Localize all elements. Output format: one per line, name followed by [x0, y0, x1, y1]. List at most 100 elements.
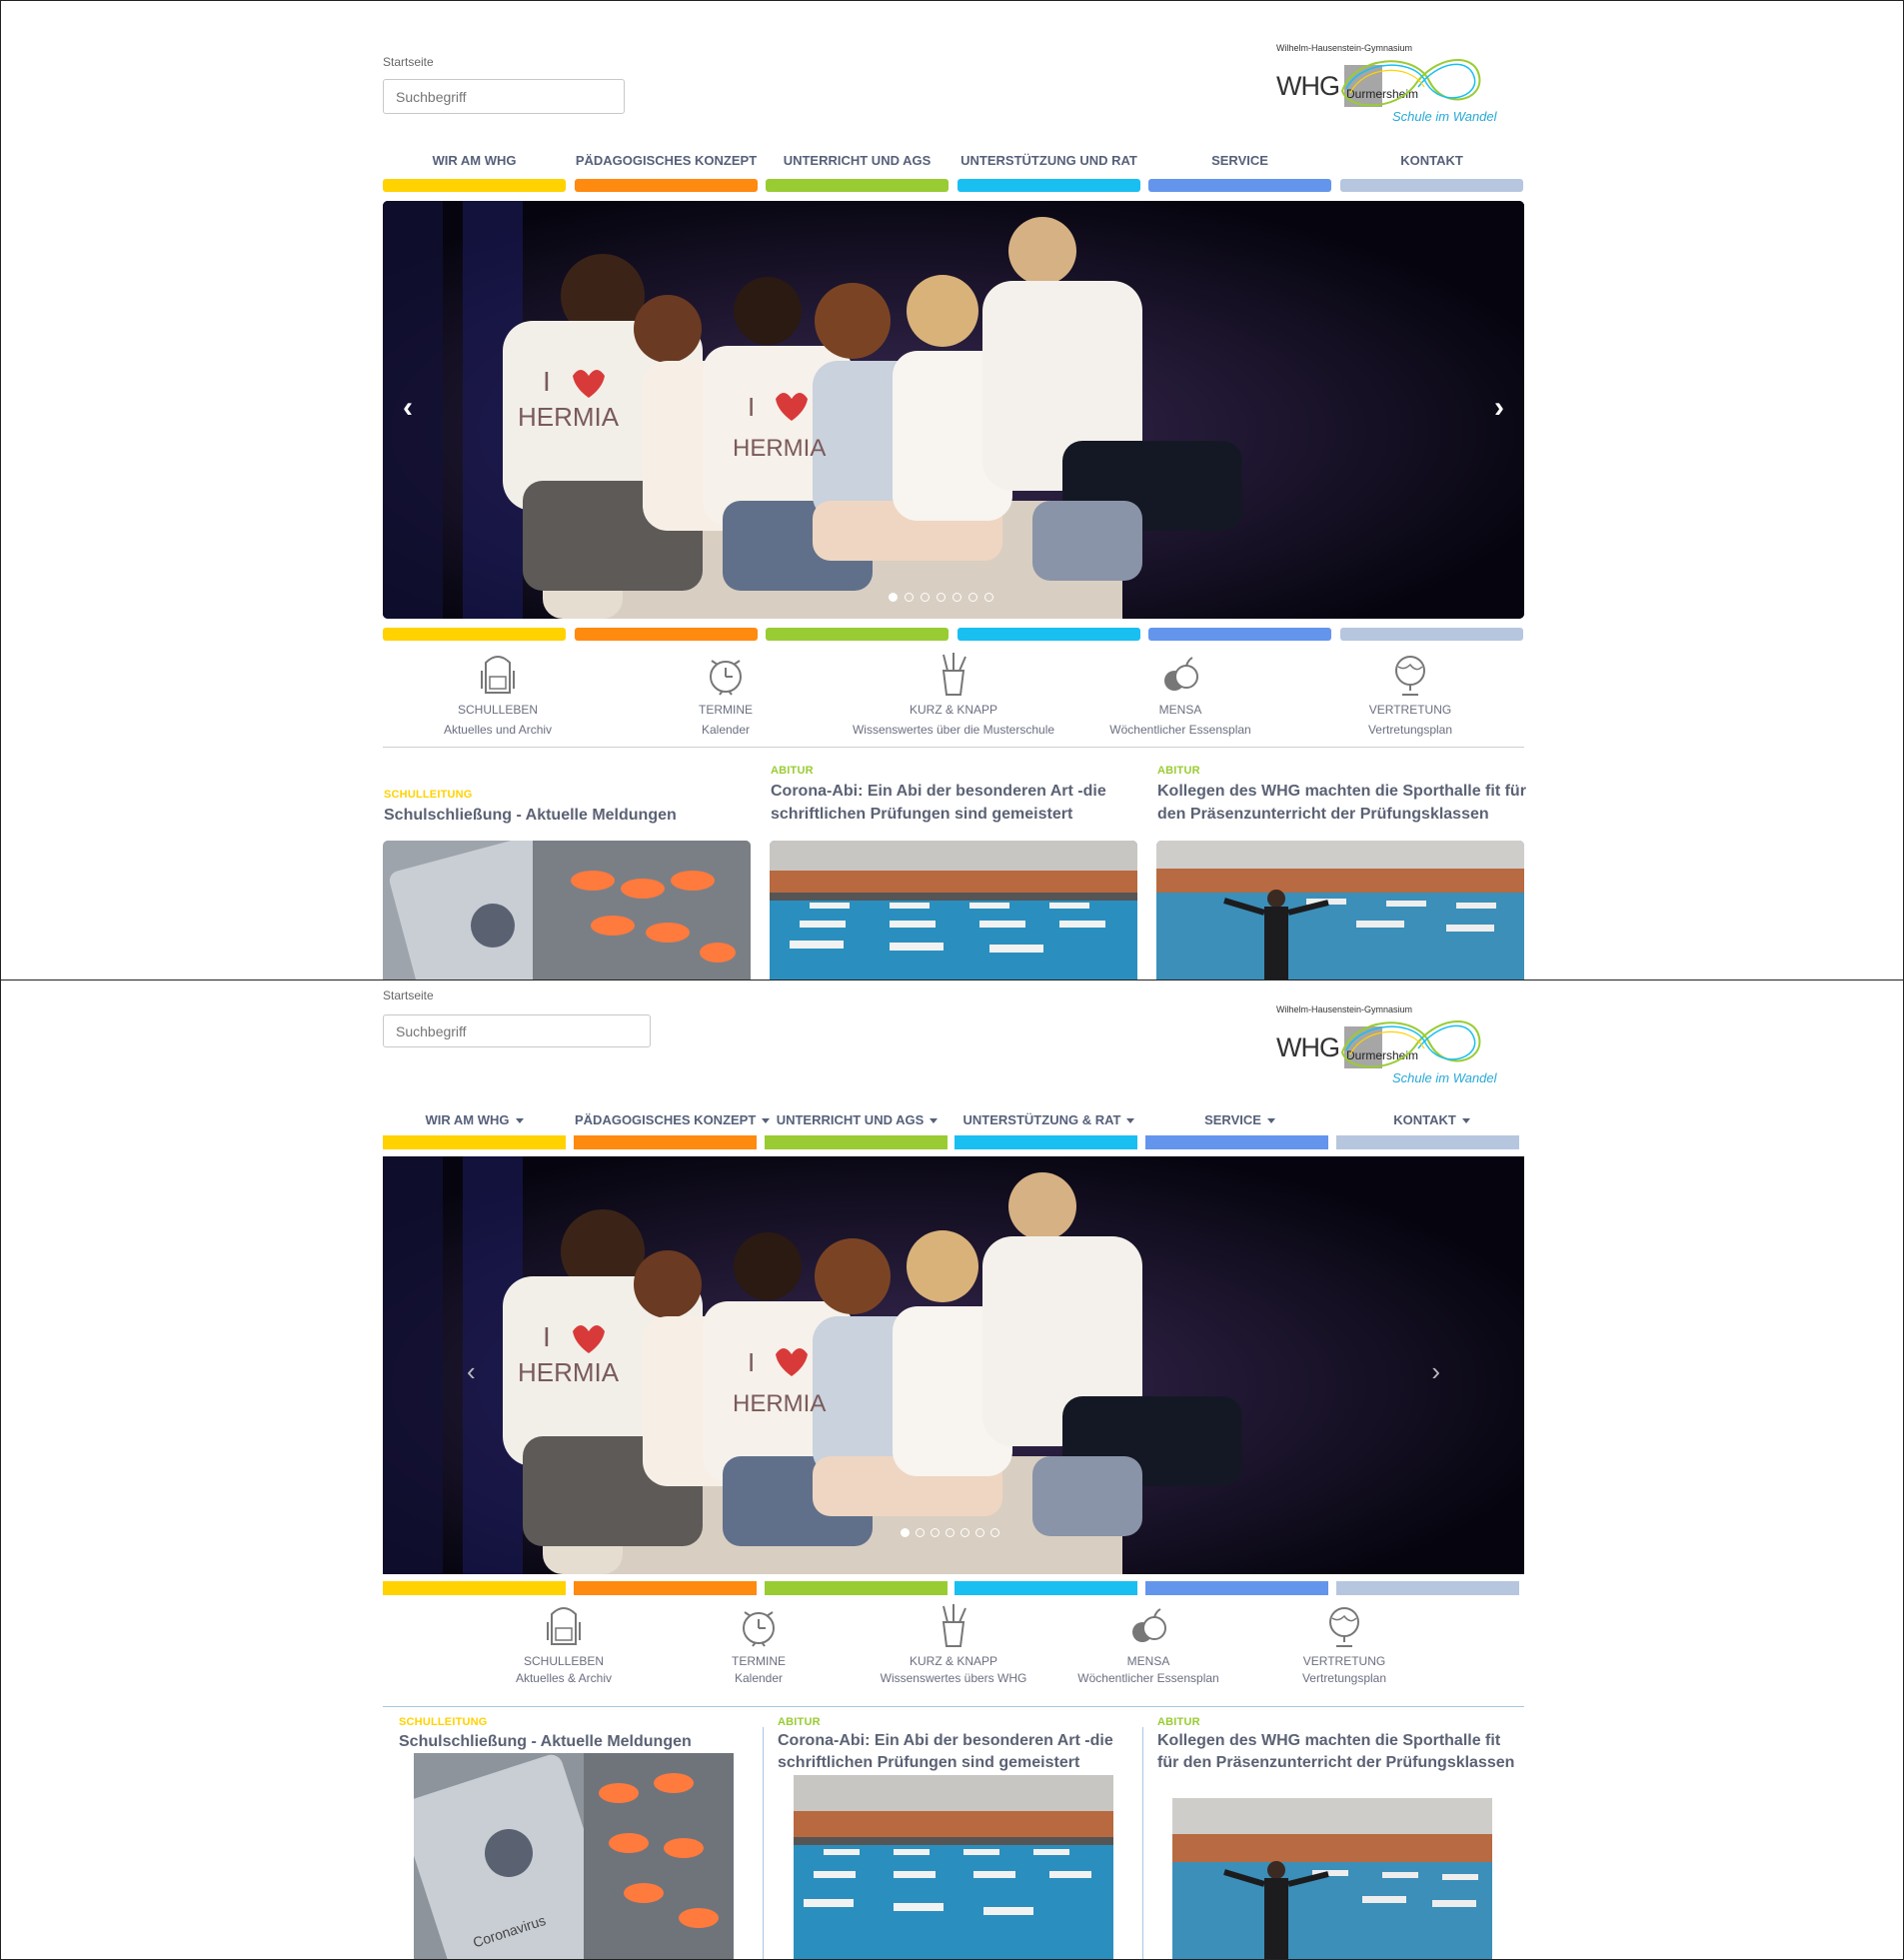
search-input[interactable]	[383, 1014, 651, 1047]
news-thumbnail-coronavirus[interactable]: Coronavirus	[414, 1753, 734, 1959]
nav-dropdown-service[interactable]: SERVICE	[1148, 1112, 1331, 1127]
slider-dot[interactable]	[937, 593, 946, 602]
column-divider	[1142, 1727, 1143, 1959]
slider-dot-active[interactable]	[889, 593, 898, 602]
quicklink-subtitle: Kalender	[734, 1671, 784, 1685]
nav-color-bar-green	[765, 1135, 948, 1149]
nav-label: UNTERSTÜTZUNG UND RAT	[960, 153, 1137, 168]
nav-item-unterstuetzung-und-rat[interactable]: UNTERSTÜTZUNG UND RAT	[957, 153, 1140, 168]
apples-icon	[1132, 1608, 1166, 1642]
quicklink-vertretung[interactable]: VERTRETUNG Vertretungsplan	[1264, 1602, 1424, 1685]
slider-dot[interactable]	[990, 1528, 999, 1537]
slider-dot[interactable]	[984, 593, 993, 602]
breadcrumb[interactable]: Startseite	[383, 988, 434, 1002]
slider-next-button[interactable]: ›	[1494, 393, 1504, 423]
quicklink-kurz-knapp[interactable]: KURZ & KNAPP Wissenswertes über die Must…	[829, 651, 1078, 737]
quicklink-subtitle: Vertretungsplan	[1367, 723, 1453, 737]
hero-slide-image: I HERMIA I HERMIA	[383, 201, 1524, 619]
breadcrumb[interactable]: Startseite	[383, 55, 434, 69]
globe-icon	[1395, 656, 1425, 696]
news-thumbnail-teacher-hall[interactable]	[1156, 841, 1524, 980]
news-category: SCHULLEITUNG	[399, 1716, 488, 1728]
news-category: ABITUR	[1157, 1716, 1200, 1728]
quicklink-kurz-knapp[interactable]: KURZ & KNAPP Wissenswertes übers WHG	[854, 1602, 1053, 1685]
quicklink-termine[interactable]: TERMINE Kalender	[679, 1602, 839, 1685]
quicklink-subtitle: Wissenswertes übers WHG	[880, 1671, 1027, 1685]
nav-label: UNTERRICHT UND AGS	[783, 153, 932, 168]
slider-dot[interactable]	[916, 1528, 925, 1537]
news-headline[interactable]: Schulschließung - Aktuelle Meldungen	[384, 804, 744, 827]
slider-dot[interactable]	[946, 1528, 954, 1537]
slider-dot[interactable]	[905, 593, 914, 602]
color-bar-cyan	[954, 1581, 1137, 1595]
news-thumbnail-sports-hall[interactable]	[794, 1775, 1113, 1959]
quicklink-mensa[interactable]: MENSA Wöchentlicher Essensplan	[1100, 651, 1260, 737]
nav-item-service[interactable]: SERVICE	[1148, 153, 1331, 168]
nav-label: PÄDAGOGISCHES KONZEPT	[575, 1112, 757, 1127]
hero-slide-image: I HERMIA I HERMIA	[383, 1156, 1524, 1574]
news-image	[1156, 841, 1524, 980]
quicklink-subtitle: Wissenswertes über die Musterschule	[852, 723, 1055, 737]
slider-dot-active[interactable]	[901, 1528, 910, 1537]
quicklink-vertretung[interactable]: VERTRETUNG Vertretungsplan	[1330, 651, 1490, 737]
caret-down-icon	[1461, 1118, 1470, 1124]
slider-dot[interactable]	[931, 1528, 940, 1537]
news-headline[interactable]: Schulschließung - Aktuelle Meldungen	[399, 1730, 749, 1753]
slider-dot[interactable]	[968, 593, 977, 602]
nav-label: UNTERSTÜTZUNG & RAT	[962, 1112, 1121, 1127]
nav-item-wir-am-whg[interactable]: WIR AM WHG	[383, 153, 566, 168]
nav-item-unterricht-und-ags[interactable]: UNTERRICHT UND AGS	[766, 153, 949, 168]
caret-down-icon	[930, 1118, 939, 1124]
quicklink-schulleben[interactable]: SCHULLEBEN Aktuelles und Archiv	[418, 651, 578, 737]
shirt-text-i-2: I	[748, 1347, 755, 1377]
color-bar-greyblue	[1340, 628, 1523, 641]
nav-dropdown-wir-am-whg[interactable]: WIR AM WHG	[383, 1112, 566, 1127]
quicklink-title: SCHULLEBEN	[523, 1654, 605, 1668]
news-thumbnail-teacher-hall[interactable]	[1172, 1798, 1492, 1959]
logo-swoosh-icon	[1340, 1020, 1481, 1068]
nav-label: SERVICE	[1211, 153, 1268, 168]
slider-prev-button[interactable]: ‹	[403, 393, 413, 423]
pencil-cup-icon	[942, 1604, 966, 1647]
globe-icon	[1329, 1607, 1359, 1647]
news-thumbnail-sports-hall[interactable]	[770, 841, 1137, 980]
news-headline[interactable]: Kollegen des WHG machten die Sporthalle …	[1157, 1730, 1517, 1774]
nav-dropdown-kontakt[interactable]: KONTAKT	[1340, 1112, 1523, 1127]
news-category: SCHULLEITUNG	[384, 789, 473, 801]
news-image	[383, 841, 751, 980]
nav-dropdown-unterricht-und-ags[interactable]: UNTERRICHT UND AGS	[766, 1112, 949, 1127]
column-divider	[763, 1727, 764, 1959]
slider-prev-button[interactable]: ‹	[467, 1356, 476, 1386]
shirt-text-i: I	[543, 366, 551, 397]
slider-dot[interactable]	[975, 1528, 984, 1537]
hero-slider[interactable]: I HERMIA I HERMIA ‹ ›	[383, 1156, 1524, 1574]
slider-dot[interactable]	[952, 593, 961, 602]
nav-item-kontakt[interactable]: KONTAKT	[1340, 153, 1523, 168]
quicklink-title: KURZ & KNAPP	[909, 703, 998, 717]
nav-color-bar-orange	[575, 179, 758, 192]
search-input[interactable]	[383, 79, 625, 114]
news-headline[interactable]: Kollegen des WHG machten die Sporthalle …	[1157, 780, 1527, 826]
news-headline[interactable]: Corona-Abi: Ein Abi der besonderen Art -…	[771, 780, 1140, 826]
nav-dropdown-unterstuetzung-rat[interactable]: UNTERSTÜTZUNG & RAT	[957, 1112, 1140, 1127]
slider-dot[interactable]	[960, 1528, 969, 1537]
news-thumbnail-coronavirus[interactable]	[383, 841, 751, 980]
nav-dropdown-paedagogisches-konzept[interactable]: PÄDAGOGISCHES KONZEPT	[575, 1112, 771, 1127]
quicklink-mensa[interactable]: MENSA Wöchentlicher Essensplan	[1068, 1602, 1228, 1685]
color-bar-green	[766, 628, 949, 641]
hero-slider[interactable]: I HERMIA I HERMIA ‹ ›	[383, 201, 1524, 619]
school-logo[interactable]: Wilhelm-Hausenstein-Gymnasium WHG Durmer…	[1276, 43, 1516, 127]
quicklink-schulleben[interactable]: SCHULLEBEN Aktuelles & Archiv	[484, 1602, 644, 1685]
quicklink-title: VERTRETUNG	[1302, 1654, 1386, 1668]
nav-color-bar-greyblue	[1336, 1135, 1519, 1149]
school-logo[interactable]: Wilhelm-Hausenstein-Gymnasium WHG Durmer…	[1276, 1004, 1516, 1088]
color-bar-yellow	[383, 1581, 566, 1595]
screenshot-panel-top: Startseite Wilhelm-Hausenstein-Gymnasium…	[0, 0, 1904, 980]
news-headline[interactable]: Corona-Abi: Ein Abi der besonderen Art -…	[778, 1730, 1137, 1774]
pencil-cup-icon	[942, 653, 966, 696]
slider-dot[interactable]	[921, 593, 930, 602]
slider-next-button[interactable]: ›	[1431, 1356, 1440, 1386]
quicklink-termine[interactable]: TERMINE Kalender	[646, 651, 806, 737]
news-category: ABITUR	[1157, 765, 1200, 777]
nav-item-paedagogisches-konzept[interactable]: PÄDAGOGISCHES KONZEPT	[575, 153, 758, 168]
